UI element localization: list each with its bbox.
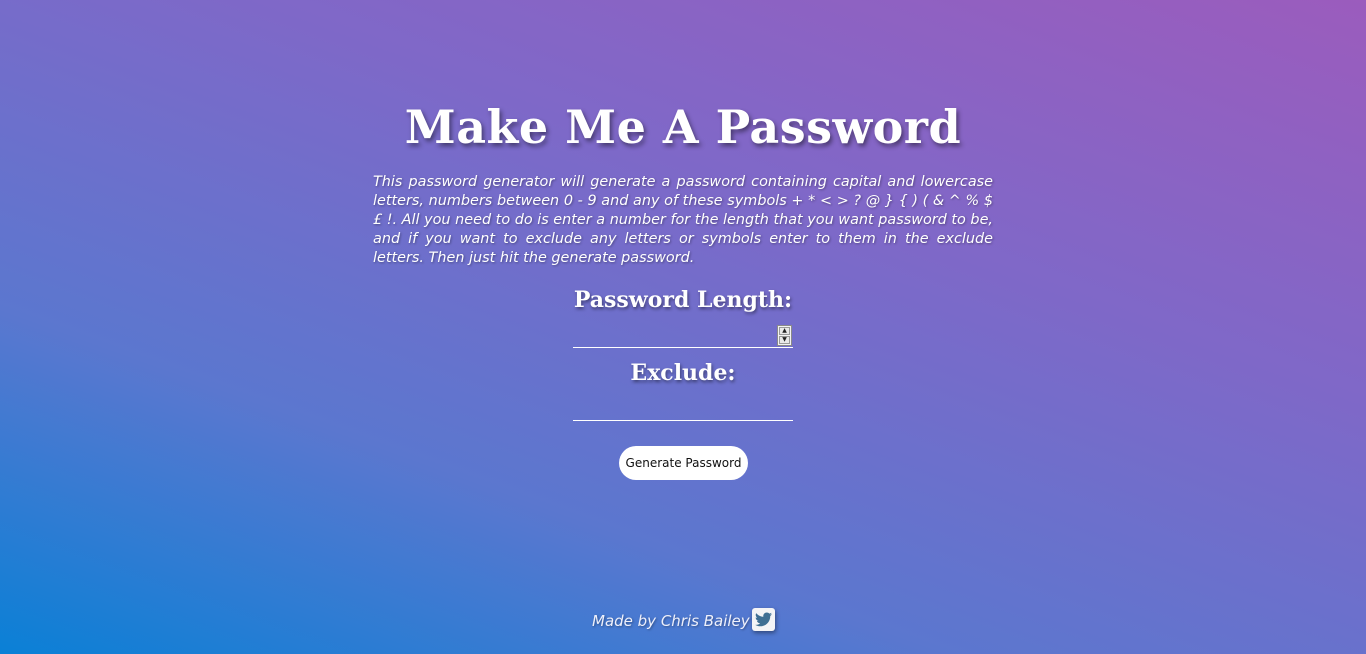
twitter-bird-icon (755, 612, 772, 627)
spinner-down-icon[interactable]: ▼ (779, 336, 790, 344)
exclude-input[interactable] (573, 397, 793, 421)
password-length-input[interactable] (573, 324, 793, 348)
footer-credit: Made by Chris Bailey (592, 612, 750, 630)
description-text: This password generator will generate a … (373, 174, 993, 266)
spinner-up-icon[interactable]: ▲ (779, 327, 790, 335)
generate-password-button[interactable]: Generate Password (619, 446, 748, 480)
exclude-label: Exclude: (630, 360, 736, 386)
twitter-icon[interactable] (752, 608, 775, 631)
password-length-label: Password Length: (573, 287, 793, 313)
page: Make Me A Password This password generat… (0, 0, 1366, 654)
length-spinner[interactable]: ▲ ▼ (777, 325, 792, 346)
page-title: Make Me A Password (404, 100, 962, 154)
